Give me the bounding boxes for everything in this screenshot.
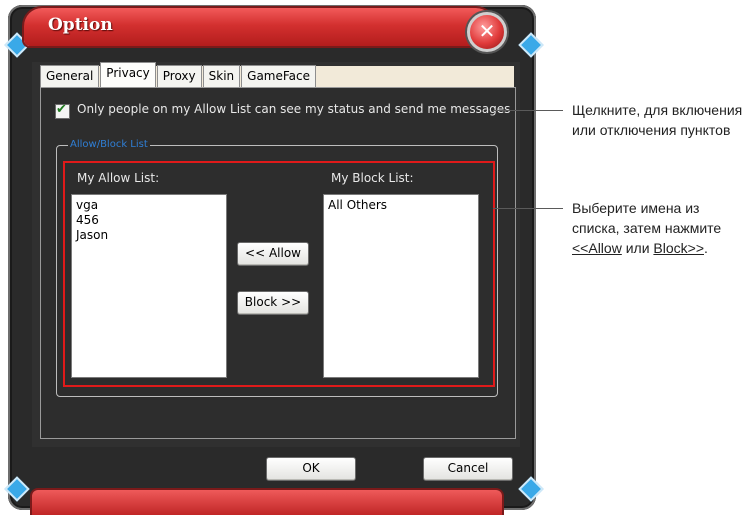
block-list-label: My Block List: <box>331 171 414 185</box>
list-item[interactable]: vga <box>76 198 222 213</box>
callout-line-checkbox <box>493 110 563 111</box>
lists-callout-text: Выберите имена из списка, затем нажмите … <box>572 198 721 258</box>
callout-line-3: <<Allow или Block>>. <box>572 238 721 258</box>
bottom-bar <box>32 490 502 515</box>
window-title: Option <box>48 15 113 35</box>
callout-line-2: или отключения пунктов <box>572 122 731 138</box>
tab-privacy[interactable]: Privacy <box>100 62 156 87</box>
close-icon: ✕ <box>478 19 496 43</box>
callout-line-1: Щелкните, для включения <box>572 102 743 118</box>
tab-skin[interactable]: Skin <box>202 65 241 87</box>
title-bar[interactable]: Option <box>24 8 494 46</box>
checkmark-icon: ✔ <box>56 102 67 117</box>
ok-button[interactable]: OK <box>266 457 356 481</box>
allow-list-label: My Allow List: <box>77 171 160 185</box>
callout-line-2: списка, затем нажмите <box>572 220 722 236</box>
allow-listbox[interactable]: vga 456 Jason <box>71 194 227 378</box>
callout-line-lists <box>493 208 563 209</box>
callout-line-1: Выберите имена из <box>572 200 700 216</box>
tab-bar: General Privacy Proxy Skin GameFace <box>40 62 317 87</box>
list-item[interactable]: Jason <box>76 228 222 243</box>
period-text: . <box>704 240 708 256</box>
allow-ref: <<Allow <box>572 240 622 256</box>
allow-button[interactable]: << Allow <box>237 242 309 266</box>
allow-only-checkbox[interactable]: ✔ <box>55 102 70 119</box>
list-item[interactable]: 456 <box>76 213 222 228</box>
cancel-button[interactable]: Cancel <box>423 457 513 481</box>
block-listbox[interactable]: All Others <box>323 194 479 378</box>
tab-general[interactable]: General <box>40 65 100 87</box>
block-ref: Block>> <box>653 240 704 256</box>
close-button[interactable]: ✕ <box>467 12 507 52</box>
block-button[interactable]: Block >> <box>237 291 309 315</box>
checkbox-callout-text: Щелкните, для включения или отключения п… <box>572 100 742 140</box>
tab-proxy[interactable]: Proxy <box>156 65 202 87</box>
or-text: или <box>621 240 654 256</box>
allow-only-checkbox-label: Only people on my Allow List can see my … <box>77 102 511 116</box>
group-legend: Allow/Block List <box>68 139 150 150</box>
list-item[interactable]: All Others <box>328 198 474 213</box>
tab-gameface[interactable]: GameFace <box>241 65 316 87</box>
